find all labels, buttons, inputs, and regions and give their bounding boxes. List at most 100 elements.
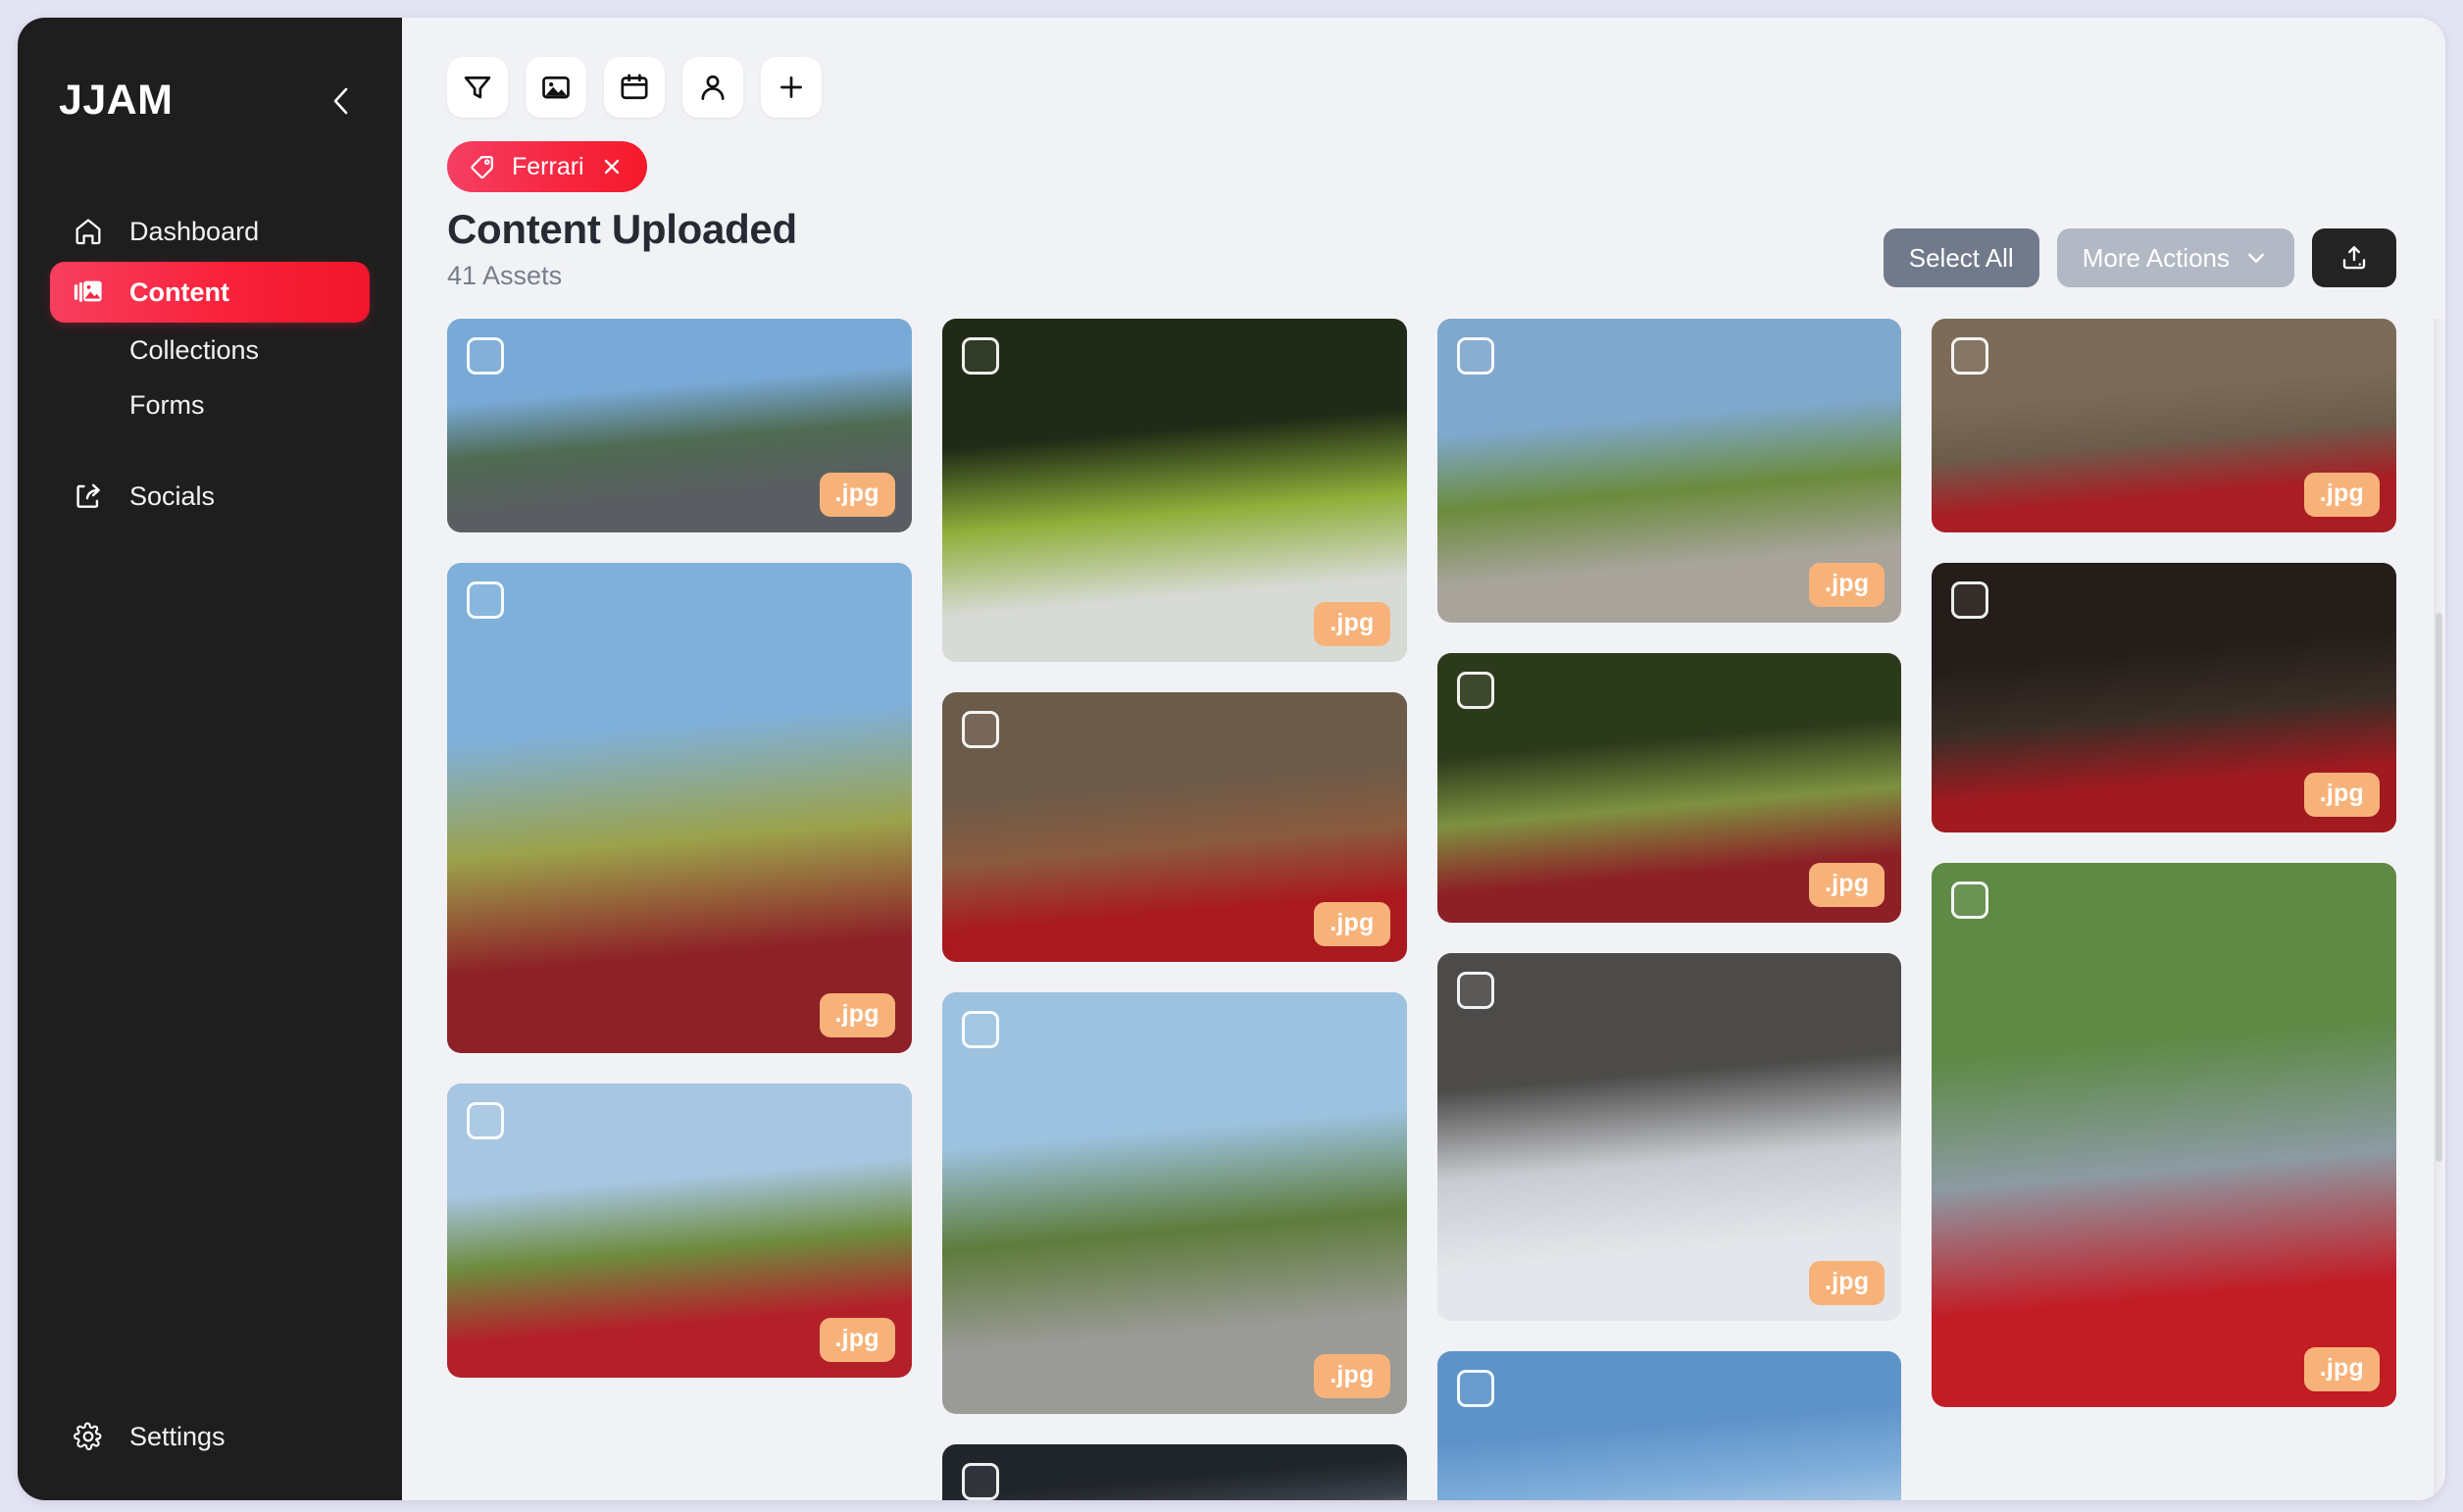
asset-thumbnail: .jpg <box>941 992 1407 1414</box>
main-content: Ferrari Content Uploaded 41 Assets Selec… <box>402 18 2445 1500</box>
sidebar-collapse-button[interactable] <box>322 81 361 121</box>
filter-chip-remove-button[interactable] <box>600 155 624 178</box>
asset-file-type-badge: .jpg <box>1809 563 1885 607</box>
asset-thumbnail <box>941 1444 1407 1500</box>
asset-select-checkbox[interactable] <box>1456 337 1494 375</box>
asset-select-checkbox[interactable] <box>961 1011 999 1048</box>
asset-card[interactable]: .jpg <box>1436 953 1902 1321</box>
more-actions-label: More Actions <box>2082 242 2230 273</box>
media-filter-button[interactable] <box>526 57 586 118</box>
asset-card[interactable]: .jpg <box>1932 563 2396 832</box>
plus-icon <box>780 76 802 98</box>
date-filter-button[interactable] <box>604 57 665 118</box>
chevron-down-icon <box>2248 253 2264 263</box>
asset-thumbnail: .jpg <box>447 563 912 1053</box>
sidebar-nav: Dashboard Content Collections Forms Soci… <box>18 201 402 527</box>
asset-file-type-badge: .jpg <box>1314 902 1390 946</box>
asset-card[interactable]: .jpg <box>941 319 1407 662</box>
asset-select-checkbox[interactable] <box>1456 1370 1494 1407</box>
sidebar-item-label: Forms <box>129 389 205 420</box>
asset-thumbnail: .jpg <box>941 692 1407 962</box>
share-icon <box>72 479 105 513</box>
asset-card[interactable]: .jpg <box>447 1084 912 1378</box>
asset-select-checkbox[interactable] <box>1951 581 1989 619</box>
asset-card[interactable]: .jpg <box>1932 319 2396 532</box>
select-all-button[interactable]: Select All <box>1883 228 2039 287</box>
asset-card[interactable]: .jpg <box>447 319 912 532</box>
filter-button[interactable] <box>447 57 508 118</box>
asset-select-checkbox[interactable] <box>1951 882 1989 919</box>
asset-file-type-badge: .jpg <box>2303 773 2380 817</box>
asset-thumbnail: .jpg <box>1932 863 2396 1407</box>
asset-card[interactable]: .jpg <box>1436 319 1902 623</box>
asset-grid: .jpg .jpg .jpg .jpg .jpg .jpg .jpg .jpg .jpg .jpg… <box>447 319 2396 1500</box>
asset-card[interactable]: .jpg <box>447 563 912 1053</box>
asset-card[interactable]: .jpg <box>1932 863 2396 1407</box>
asset-card[interactable] <box>1436 1351 1902 1500</box>
close-icon <box>604 159 619 175</box>
asset-select-checkbox[interactable] <box>1456 972 1494 1009</box>
asset-select-checkbox[interactable] <box>1456 672 1494 709</box>
sidebar-item-label: Content <box>129 277 229 307</box>
asset-thumbnail: .jpg <box>1436 653 1902 923</box>
sidebar-item-settings[interactable]: Settings <box>50 1406 370 1467</box>
asset-select-checkbox[interactable] <box>467 581 504 619</box>
sidebar-footer: Settings <box>18 1406 402 1500</box>
asset-select-checkbox[interactable] <box>1951 337 1989 375</box>
asset-select-checkbox[interactable] <box>467 337 504 375</box>
sidebar: JJAM Dashboard Content Collections Forms… <box>18 18 402 1500</box>
asset-thumbnail: .jpg <box>1932 319 2396 532</box>
content-header: Content Uploaded 41 Assets Select All Mo… <box>402 192 2445 291</box>
asset-select-checkbox[interactable] <box>961 1463 999 1500</box>
sidebar-item-dashboard[interactable]: Dashboard <box>50 201 370 262</box>
filter-toolbar <box>402 18 2445 118</box>
active-filter-chips: Ferrari <box>402 118 2445 192</box>
asset-file-type-badge: .jpg <box>1314 602 1390 646</box>
sidebar-item-collections[interactable]: Collections <box>50 323 370 378</box>
asset-file-type-badge: .jpg <box>819 993 895 1037</box>
app-brand: JJAM <box>59 76 174 124</box>
add-filter-button[interactable] <box>761 57 822 118</box>
upload-content-button[interactable] <box>2312 228 2396 287</box>
more-actions-button[interactable]: More Actions <box>2056 228 2294 287</box>
gear-icon <box>72 1420 105 1453</box>
asset-thumbnail: .jpg <box>1932 563 2396 832</box>
asset-file-type-badge: .jpg <box>1809 1261 1885 1305</box>
select-all-label: Select All <box>1908 242 2014 273</box>
person-icon <box>701 75 725 100</box>
people-filter-button[interactable] <box>682 57 743 118</box>
asset-file-type-badge: .jpg <box>819 1318 895 1362</box>
tag-icon <box>469 153 496 180</box>
gallery-icon <box>72 276 105 309</box>
asset-select-checkbox[interactable] <box>961 711 999 748</box>
app-window: JJAM Dashboard Content Collections Forms… <box>18 18 2445 1500</box>
asset-thumbnail: .jpg <box>1436 953 1902 1321</box>
asset-file-type-badge: .jpg <box>2303 1347 2380 1391</box>
asset-file-type-badge: .jpg <box>1809 863 1885 907</box>
calendar-icon <box>621 74 648 100</box>
asset-card[interactable] <box>941 1444 1407 1500</box>
sidebar-header: JJAM <box>18 18 402 125</box>
asset-select-checkbox[interactable] <box>961 337 999 375</box>
upload-icon <box>2342 246 2366 270</box>
sidebar-item-forms[interactable]: Forms <box>50 378 370 432</box>
filter-chip-label: Ferrari <box>512 152 584 180</box>
asset-file-type-badge: .jpg <box>1314 1354 1390 1398</box>
asset-thumbnail: .jpg <box>941 319 1407 662</box>
sidebar-item-content[interactable]: Content <box>50 262 370 323</box>
asset-grid-container: .jpg .jpg .jpg .jpg .jpg .jpg .jpg .jpg .jpg .jpg… <box>402 319 2445 1500</box>
asset-select-checkbox[interactable] <box>467 1102 504 1139</box>
asset-card[interactable]: .jpg <box>941 692 1407 962</box>
sidebar-item-socials[interactable]: Socials <box>50 466 370 527</box>
sidebar-item-label: Collections <box>129 334 260 365</box>
filter-chip-ferrari[interactable]: Ferrari <box>447 141 647 192</box>
asset-card[interactable]: .jpg <box>941 992 1407 1414</box>
grid-scrollbar[interactable] <box>2436 613 2442 1162</box>
asset-file-type-badge: .jpg <box>819 473 895 517</box>
sidebar-footer-label: Settings <box>129 1421 226 1451</box>
asset-card[interactable]: .jpg <box>1436 653 1902 923</box>
sidebar-item-label: Dashboard <box>129 216 260 246</box>
asset-file-type-badge: .jpg <box>2303 473 2380 517</box>
asset-thumbnail: .jpg <box>1436 319 1902 623</box>
